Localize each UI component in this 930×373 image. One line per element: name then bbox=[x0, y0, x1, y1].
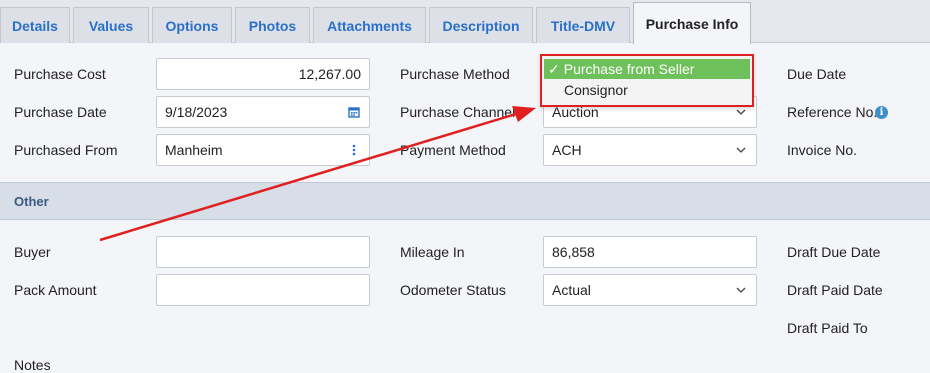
check-icon: ✓ bbox=[548, 60, 560, 77]
option-label: Purchase from Seller bbox=[563, 61, 695, 77]
annotation-arrow bbox=[99, 106, 536, 242]
option-purchase-from-seller[interactable]: ✓ Purchase from Seller bbox=[544, 59, 750, 79]
option-label: Consignor bbox=[564, 82, 628, 98]
purchase-method-dropdown[interactable]: ✓ Purchase from Seller Consignor bbox=[540, 54, 754, 107]
option-consignor[interactable]: Consignor bbox=[544, 80, 750, 100]
